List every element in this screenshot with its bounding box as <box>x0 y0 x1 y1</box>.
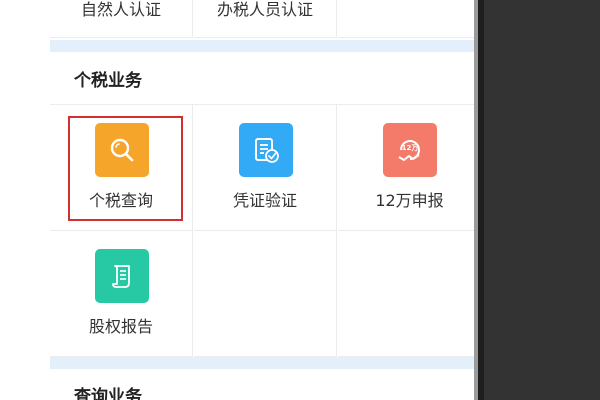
grid-item-empty <box>194 231 337 357</box>
certificate-check-icon <box>239 123 293 177</box>
grid-item-12w-declaration[interactable]: 12万 12万申报 <box>338 105 474 231</box>
svg-text:12万: 12万 <box>402 144 419 152</box>
grid-item-natural-person-auth[interactable]: 自然人认证 <box>50 0 193 38</box>
search-icon <box>95 123 149 177</box>
12w-declaration-icon: 12万 <box>383 123 437 177</box>
grid-item-empty <box>338 0 474 38</box>
grid-item-label: 12万申报 <box>375 191 444 210</box>
app-panel: 自然人认证 办税人员认证 个税业务 个税查询 凭证验证 12万 12万申报 股权… <box>50 0 474 400</box>
grid-item-label: 办税人员认证 <box>216 0 313 19</box>
section-title-query: 查询业务 <box>74 387 142 400</box>
grid-item-tax-query[interactable]: 个税查询 <box>50 105 193 231</box>
section-title-tax: 个税业务 <box>74 71 142 91</box>
grid-item-equity-report[interactable]: 股权报告 <box>50 231 193 357</box>
section-separator <box>50 357 474 369</box>
grid-item-label: 凭证验证 <box>232 191 297 210</box>
scroll-document-icon <box>95 249 149 303</box>
grid-item-tax-staff-auth[interactable]: 办税人员认证 <box>194 0 337 38</box>
grid-item-certificate-verify[interactable]: 凭证验证 <box>194 105 337 231</box>
grid-item-label: 自然人认证 <box>80 0 161 19</box>
right-margin <box>484 0 600 400</box>
section-separator <box>50 40 474 52</box>
grid-item-label: 股权报告 <box>88 317 153 336</box>
grid-item-label: 个税查询 <box>88 191 153 210</box>
left-margin <box>0 0 50 400</box>
grid-item-empty <box>338 231 474 357</box>
